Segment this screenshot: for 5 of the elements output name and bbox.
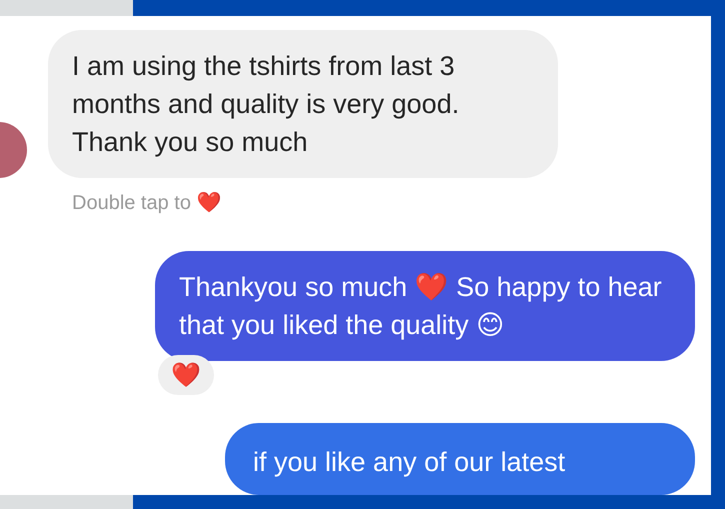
message-bubble: I am using the tshirts from last 3 months and quality is very good. Thank you so much [48, 30, 558, 178]
double-tap-hint: Double tap to ❤ [72, 191, 222, 215]
message-bubble: Thankyou so much ❤ So happy to hear that you liked the quality 😊 [155, 251, 695, 361]
message-bubble: if you like any of our latest [225, 423, 695, 495]
reaction-badge[interactable]: ❤ [158, 355, 214, 395]
